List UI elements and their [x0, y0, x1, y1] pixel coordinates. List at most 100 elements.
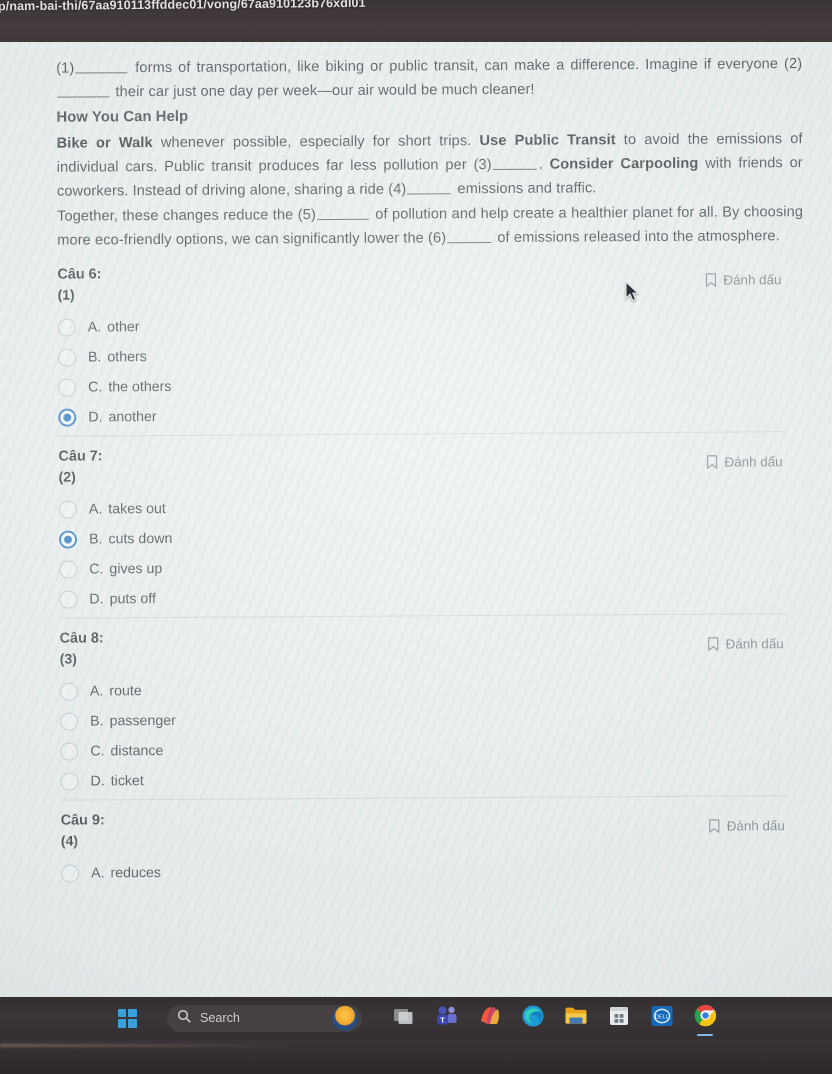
passage-paragraph-3: Together, these changes reduce the (5) o…	[57, 201, 803, 253]
blank-3	[492, 157, 537, 170]
radio-selected-icon[interactable]	[58, 408, 77, 428]
address-bar-url[interactable]: p/nam-bai-thi/67aa910113ffddec01/vong/67…	[0, 0, 698, 13]
windows-taskbar: Search T DELL	[0, 997, 832, 1039]
question-number: Câu 7:	[58, 448, 103, 466]
option-letter: B.	[88, 531, 103, 548]
bookmark-label: Đánh dấu	[725, 636, 784, 653]
option-letter: A.	[87, 319, 102, 336]
bookmark-icon	[705, 455, 718, 470]
teams-icon: T	[435, 1005, 459, 1032]
search-box[interactable]: Search	[167, 1004, 362, 1032]
file-explorer-button[interactable]	[561, 1003, 591, 1033]
radio-unselected-icon[interactable]	[59, 590, 78, 610]
task-view-button[interactable]	[389, 1003, 419, 1033]
option-letter: D.	[89, 591, 104, 608]
bookmark-label: Đánh dấu	[723, 272, 782, 289]
bookmark-label: Đánh dấu	[726, 818, 785, 835]
option-label: B. cuts down	[89, 531, 172, 548]
radio-unselected-icon[interactable]	[58, 378, 77, 398]
search-highlight-avatar	[332, 1005, 358, 1031]
dell-button[interactable]: DELL	[647, 1003, 677, 1033]
option-letter: B.	[90, 713, 104, 730]
option-row[interactable]: B. others	[57, 345, 804, 368]
bookmark-button[interactable]: Đánh dấu	[708, 819, 785, 834]
option-label: C. the others	[88, 379, 171, 396]
passage-bold-bike-or-walk: Bike or Walk	[56, 135, 153, 152]
radio-unselected-icon[interactable]	[57, 318, 76, 338]
passage-text-1a: forms of transportation, like biking or …	[129, 56, 803, 77]
svg-text:DELL: DELL	[655, 1014, 669, 1020]
passage-bold-consider-carpooling: Consider Carpooling	[549, 155, 699, 173]
option-row[interactable]: A. other	[57, 315, 804, 338]
start-button[interactable]	[112, 1003, 142, 1033]
option-row[interactable]: A. takes out	[58, 497, 805, 520]
bookmark-button[interactable]: Đánh dấu	[704, 272, 782, 289]
radio-unselected-icon[interactable]	[60, 772, 79, 792]
question-block: Câu 7: (2) Đánh dấu A. takes out B. cuts down C…	[58, 431, 805, 610]
option-row[interactable]: B. passenger	[60, 709, 806, 732]
option-list: A. route B. passenger C. distance D. ticket	[59, 679, 807, 792]
option-row[interactable]: D. another	[58, 405, 804, 428]
question-block: Câu 8: (3) Đánh dấu A. route B. passenger C. dis…	[59, 613, 807, 792]
option-letter: C.	[90, 743, 105, 760]
question-list: Câu 6: (1) Đánh dấu A. other B. others C. the ot…	[57, 263, 807, 884]
option-label: A. reduces	[91, 865, 161, 881]
option-row[interactable]: D. puts off	[59, 587, 805, 610]
radio-unselected-icon[interactable]	[58, 500, 77, 520]
bookmark-icon	[707, 637, 720, 652]
office-button[interactable]	[475, 1003, 505, 1033]
search-placeholder: Search	[200, 1011, 240, 1025]
edge-icon	[521, 1004, 545, 1033]
bookmark-icon	[704, 273, 717, 288]
question-header: Câu 6: (1) Đánh dấu	[57, 263, 803, 303]
option-text: others	[107, 349, 147, 366]
option-text: another	[108, 409, 157, 426]
teams-button[interactable]: T	[432, 1003, 462, 1033]
question-number: Câu 9:	[60, 812, 105, 830]
radio-unselected-icon[interactable]	[61, 864, 80, 884]
radio-unselected-icon[interactable]	[57, 348, 76, 368]
passage-text-2a: whenever possible, especially for short …	[152, 133, 480, 152]
option-letter: C.	[89, 561, 104, 578]
option-row[interactable]: C. distance	[60, 739, 806, 762]
option-label: A. other	[88, 320, 140, 336]
radio-unselected-icon[interactable]	[59, 560, 78, 580]
option-label: C. distance	[90, 743, 163, 759]
bookmark-button[interactable]: Đánh dấu	[705, 454, 783, 471]
blank-2	[57, 84, 110, 98]
option-text: takes out	[108, 501, 166, 518]
svg-text:T: T	[440, 1015, 445, 1024]
question-number: Câu 8:	[59, 630, 104, 648]
option-row[interactable]: C. the others	[58, 375, 804, 398]
option-label: D. another	[88, 410, 156, 426]
question-header: Câu 7: (2) Đánh dấu	[58, 445, 804, 485]
option-text: other	[107, 319, 140, 336]
radio-unselected-icon[interactable]	[60, 742, 79, 762]
passage-blank-label-1: (1)	[56, 60, 75, 77]
question-header: Câu 9: (4) Đánh dấu	[60, 809, 807, 849]
blank-5	[316, 207, 369, 221]
option-row[interactable]: B. cuts down	[58, 527, 805, 550]
radio-unselected-icon[interactable]	[59, 682, 79, 702]
option-row[interactable]: A. reduces	[61, 861, 807, 884]
radio-selected-icon[interactable]	[58, 530, 78, 550]
option-row[interactable]: D. ticket	[60, 769, 806, 792]
blank-4	[407, 181, 452, 195]
passage-paragraph-1: (1) forms of transportation, like biking…	[56, 53, 802, 105]
option-label: A. route	[90, 684, 142, 700]
exam-page: (1) forms of transportation, like biking…	[0, 42, 832, 997]
chrome-button[interactable]	[690, 1003, 720, 1033]
question-labels: Câu 6: (1)	[57, 267, 101, 303]
bookmark-label: Đánh dấu	[724, 454, 783, 471]
option-row[interactable]: A. route	[59, 679, 806, 702]
option-text: passenger	[109, 713, 176, 730]
option-row[interactable]: C. gives up	[59, 557, 805, 580]
bookmark-button[interactable]: Đánh dấu	[707, 637, 784, 652]
microsoft-store-button[interactable]	[604, 1003, 634, 1033]
passage-paragraph-2: Bike or Walk whenever possible, especial…	[57, 128, 803, 203]
radio-unselected-icon[interactable]	[60, 712, 79, 732]
option-letter: D.	[90, 773, 105, 790]
question-blank-reference: (3)	[59, 650, 77, 668]
edge-button[interactable]	[518, 1003, 548, 1033]
option-text: distance	[110, 743, 164, 760]
